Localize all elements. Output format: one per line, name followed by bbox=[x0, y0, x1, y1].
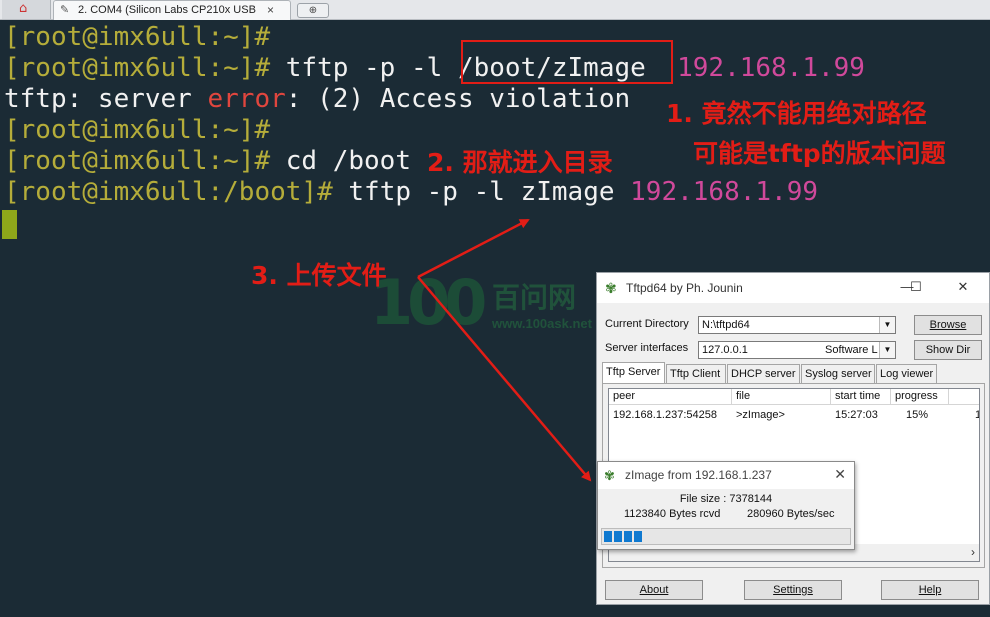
tab-syslog-server[interactable]: Syslog server bbox=[801, 364, 875, 383]
watermark-url: www.100ask.net bbox=[492, 316, 592, 331]
column-header-start-time[interactable]: start time bbox=[831, 389, 891, 405]
tab-dhcp-server[interactable]: DHCP server bbox=[727, 364, 800, 383]
tab-bar: ⌂ ✎ 2. COM4 (Silicon Labs CP210x USB × ⊕ bbox=[0, 0, 990, 20]
row-extra: 1 bbox=[975, 409, 979, 421]
show-dir-button[interactable]: Show Dir bbox=[914, 340, 982, 360]
output-text: tftp: server bbox=[4, 84, 208, 114]
command: tftp -p -l zImage bbox=[332, 177, 631, 207]
column-header-file[interactable]: file bbox=[732, 389, 831, 405]
progress-segment bbox=[624, 531, 632, 542]
tftpd64-window: ✾ Tftpd64 by Ph. Jounin — ☐ ✕ Current Di… bbox=[596, 272, 990, 605]
row-start-time: 15:27:03 bbox=[835, 409, 878, 421]
annotation-note3: 3. 上传文件 bbox=[251, 261, 387, 290]
progress-segment bbox=[614, 531, 622, 542]
watermark-logo: 100 百问网 www.100ask.net bbox=[362, 266, 632, 346]
chevron-down-icon[interactable]: ▼ bbox=[879, 342, 895, 358]
server-interfaces-combo[interactable]: 127.0.0.1 Software L ▼ bbox=[698, 341, 896, 359]
plug-icon: ✎ bbox=[60, 3, 70, 16]
tab-log-viewer[interactable]: Log viewer bbox=[876, 364, 937, 383]
ip-address: 192.168.1.99 bbox=[677, 53, 865, 83]
file-size-text: File size : 7378144 bbox=[679, 493, 773, 505]
new-tab-button[interactable]: ⊕ bbox=[297, 3, 329, 18]
command: cd /boot bbox=[270, 146, 411, 176]
tftpd64-title: Tftpd64 by Ph. Jounin bbox=[626, 281, 743, 295]
column-header-extra[interactable] bbox=[949, 389, 979, 405]
about-button[interactable]: About bbox=[605, 580, 703, 600]
tab-tftp-client[interactable]: Tftp Client bbox=[666, 364, 726, 383]
settings-label: Settings bbox=[773, 584, 813, 596]
tab-home[interactable]: ⌂ bbox=[2, 0, 51, 19]
terminal-line: [root@imx6ull:~]# cd /boot bbox=[4, 146, 411, 177]
terminal-line: [root@imx6ull:~]# bbox=[4, 115, 270, 146]
browse-button[interactable]: Browse bbox=[914, 315, 982, 335]
progress-bar bbox=[601, 528, 851, 545]
chevron-down-icon[interactable]: ▼ bbox=[879, 317, 895, 333]
highlight-box bbox=[461, 40, 673, 84]
settings-button[interactable]: Settings bbox=[744, 580, 842, 600]
column-header-progress[interactable]: progress bbox=[891, 389, 949, 405]
tab-tftp-server[interactable]: Tftp Server bbox=[602, 362, 665, 383]
current-directory-label: Current Directory bbox=[605, 318, 689, 330]
tftpd-app-icon: ✾ bbox=[605, 280, 617, 296]
tftpd64-titlebar[interactable]: ✾ Tftpd64 by Ph. Jounin — ☐ ✕ bbox=[597, 273, 989, 303]
terminal-line: tftp: server error: (2) Access violation bbox=[4, 84, 630, 115]
terminal-line: [root@imx6ull:/boot]# tftp -p -l zImage … bbox=[4, 177, 818, 208]
bytes-received-text: 1123840 Bytes rcvd bbox=[624, 508, 721, 520]
scroll-right-icon[interactable]: › bbox=[971, 545, 975, 559]
terminal-cursor bbox=[2, 210, 17, 239]
current-directory-value: N:\tftpd64 bbox=[702, 319, 750, 331]
watermark-brand: 百问网 bbox=[492, 281, 577, 314]
maximize-icon: ☐ bbox=[910, 279, 922, 294]
column-header-peer[interactable]: peer bbox=[609, 389, 732, 405]
row-file: >zImage> bbox=[736, 409, 785, 421]
close-button[interactable]: ✕ bbox=[953, 279, 973, 295]
row-progress: 15% bbox=[906, 409, 929, 421]
error-word: error bbox=[207, 84, 286, 114]
watermark-number: 100 bbox=[370, 266, 487, 339]
prompt: [root@imx6ull:~]# bbox=[4, 22, 271, 52]
ip-address: 192.168.1.99 bbox=[630, 177, 818, 207]
annotation-note2: 2. 那就进入目录 bbox=[427, 148, 613, 177]
help-button[interactable]: Help bbox=[881, 580, 979, 600]
tftpd-app-icon: ✾ bbox=[604, 468, 615, 483]
annotation-note1-line1: 1. 竟然不能用绝对路径 bbox=[666, 99, 927, 128]
browse-label: Browse bbox=[929, 319, 967, 331]
prompt: [root@imx6ull:~]# bbox=[4, 146, 271, 176]
home-icon: ⌂ bbox=[19, 1, 28, 16]
tab-close-icon[interactable]: × bbox=[267, 3, 274, 17]
progress-segment bbox=[604, 531, 612, 542]
terminal-line: [root@imx6ull:~]# bbox=[4, 22, 270, 53]
server-interface-desc: Software L bbox=[825, 344, 878, 356]
tab-com4[interactable]: ✎ 2. COM4 (Silicon Labs CP210x USB × bbox=[53, 0, 291, 20]
dialog-titlebar[interactable]: ✾ zImage from 192.168.1.237 ✕ bbox=[598, 462, 854, 489]
output-text: : (2) Access violation bbox=[285, 84, 631, 114]
server-interfaces-label: Server interfaces bbox=[605, 342, 689, 354]
help-label: Help bbox=[918, 584, 942, 596]
prompt: [root@imx6ull:/boot]# bbox=[4, 177, 333, 207]
server-interface-value: 127.0.0.1 bbox=[702, 344, 748, 356]
tab-com4-label: 2. COM4 (Silicon Labs CP210x USB bbox=[78, 4, 256, 16]
terminal-line: [root@imx6ull:~]# tftp -p -l /boot/zImag… bbox=[4, 53, 865, 84]
prompt: [root@imx6ull:~]# bbox=[4, 53, 271, 83]
dialog-title: zImage from 192.168.1.237 bbox=[625, 468, 772, 482]
row-peer: 192.168.1.237:54258 bbox=[613, 409, 717, 421]
current-directory-combo[interactable]: N:\tftpd64 ▼ bbox=[698, 316, 896, 334]
transfer-progress-dialog: ✾ zImage from 192.168.1.237 ✕ File size … bbox=[597, 461, 855, 550]
prompt: [root@imx6ull:~]# bbox=[4, 115, 271, 145]
annotation-note1-line2: 可能是tftp的版本问题 bbox=[693, 139, 946, 168]
dialog-close-icon[interactable]: ✕ bbox=[834, 466, 846, 483]
about-label: About bbox=[639, 584, 669, 596]
transfer-rate-text: 280960 Bytes/sec bbox=[747, 508, 835, 520]
progress-segment bbox=[634, 531, 642, 542]
